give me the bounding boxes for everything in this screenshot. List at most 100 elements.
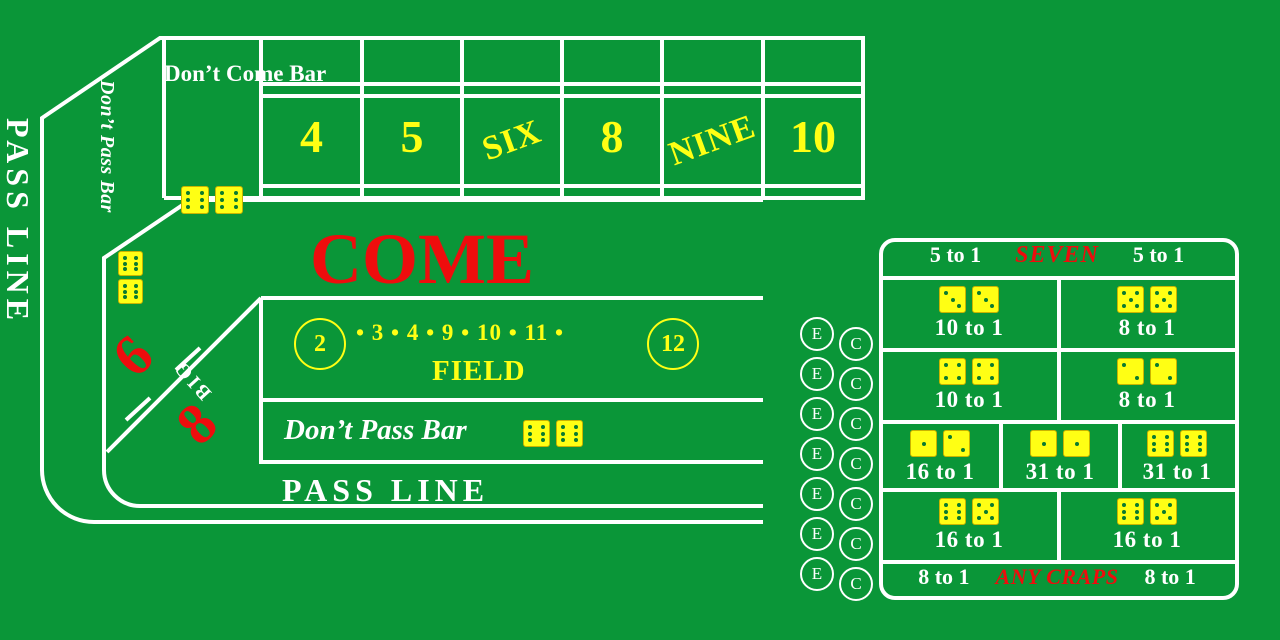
die-pip bbox=[123, 284, 127, 288]
any-craps-row[interactable]: 8 to 1 ANY CRAPS 8 to 1 bbox=[879, 564, 1235, 590]
bet-circle-e-2[interactable]: E bbox=[800, 357, 834, 391]
die-pip bbox=[944, 363, 948, 367]
die-pip bbox=[123, 256, 127, 260]
eleven-right[interactable]: 16 to 1 bbox=[1059, 494, 1235, 553]
pass-line-bottom-label[interactable]: PASS LINE bbox=[282, 472, 489, 509]
die-pip bbox=[1168, 516, 1172, 520]
die-pip bbox=[961, 448, 965, 452]
die-pip bbox=[1185, 441, 1189, 446]
die-pip bbox=[186, 191, 190, 195]
bet-circle-c-1[interactable]: C bbox=[839, 327, 873, 361]
die-pip bbox=[957, 304, 961, 308]
dont-pass-bar-side-label[interactable]: Don’t Pass Bar bbox=[95, 80, 118, 280]
die-pip bbox=[977, 291, 981, 295]
field-twelve-circle[interactable]: 12 bbox=[647, 318, 699, 370]
die-pip bbox=[1152, 435, 1156, 439]
dont-pass-bar-row-label[interactable]: Don’t Pass Bar bbox=[284, 414, 467, 447]
eleven-left-1-die-6 bbox=[939, 498, 966, 525]
die-pip bbox=[957, 376, 961, 380]
field-numbers[interactable]: • 3 • 4 • 9 • 10 • 11 • bbox=[356, 320, 564, 346]
point-number-cell-4[interactable]: 4 bbox=[261, 96, 362, 186]
die-pip bbox=[1041, 441, 1046, 446]
die-pip bbox=[134, 267, 138, 271]
eleven-right-dice bbox=[1059, 498, 1235, 525]
hard-ten-1-die-5 bbox=[1117, 286, 1144, 313]
die-pip bbox=[200, 205, 204, 209]
dont-come-bar-2-die-6 bbox=[215, 186, 243, 214]
three-dice bbox=[881, 430, 999, 457]
hard-eight-1-die-4 bbox=[939, 358, 966, 385]
two[interactable]: 31 to 1 bbox=[1001, 426, 1119, 485]
come-box-label[interactable]: COME bbox=[310, 218, 534, 301]
field-label[interactable]: FIELD bbox=[432, 355, 526, 388]
hard-eight-dice bbox=[881, 358, 1057, 385]
die-pip bbox=[1122, 516, 1126, 520]
die-pip bbox=[200, 198, 204, 202]
die-pip bbox=[1168, 304, 1172, 308]
bet-circle-e-3[interactable]: E bbox=[800, 397, 834, 431]
bet-circle-c-5[interactable]: C bbox=[839, 487, 873, 521]
eleven-left[interactable]: 16 to 1 bbox=[881, 494, 1057, 553]
point-number-label: 4 bbox=[300, 111, 323, 162]
die-pip bbox=[977, 376, 981, 380]
die-pip bbox=[1135, 304, 1139, 308]
hard-six-odds: 10 to 1 bbox=[934, 315, 1004, 340]
dont-come-bar-cell[interactable]: Don’t Come Bar bbox=[164, 38, 326, 214]
big-bets-sep-mid bbox=[124, 396, 152, 422]
die-pip bbox=[944, 291, 948, 295]
point-number-cell-5[interactable]: 5 bbox=[362, 96, 462, 186]
bet-circle-c-7[interactable]: C bbox=[839, 567, 873, 601]
die-pip bbox=[1152, 448, 1156, 452]
bet-circle-e-5[interactable]: E bbox=[800, 477, 834, 511]
hard-ten[interactable]: 8 to 1 bbox=[1059, 282, 1235, 341]
seven-bet-row[interactable]: 5 to 1 SEVEN 5 to 1 bbox=[879, 242, 1235, 269]
hard-six[interactable]: 10 to 1 bbox=[881, 282, 1057, 341]
pass-line-left-label[interactable]: PASS LINE bbox=[0, 118, 36, 325]
hard-four-odds: 8 to 1 bbox=[1118, 387, 1176, 412]
die-pip bbox=[123, 267, 127, 271]
die-pip bbox=[220, 198, 224, 202]
die-pip bbox=[1135, 503, 1139, 507]
hard-four[interactable]: 8 to 1 bbox=[1059, 354, 1235, 413]
point-number-cell-nine[interactable]: NINE bbox=[662, 96, 763, 186]
bet-circle-e-7[interactable]: E bbox=[800, 557, 834, 591]
twelve-dice bbox=[1119, 430, 1235, 457]
bet-circle-e-1[interactable]: E bbox=[800, 317, 834, 351]
die-pip bbox=[574, 425, 578, 429]
die-pip bbox=[1122, 509, 1126, 514]
die-pip bbox=[134, 289, 138, 294]
die-pip bbox=[957, 509, 961, 514]
die-pip bbox=[1161, 509, 1166, 514]
bet-circle-c-6[interactable]: C bbox=[839, 527, 873, 561]
bet-circle-e-6[interactable]: E bbox=[800, 517, 834, 551]
die-pip bbox=[574, 438, 578, 442]
hard-six-2-die-3 bbox=[972, 286, 999, 313]
point-number-label: 8 bbox=[600, 111, 624, 162]
die-pip bbox=[957, 363, 961, 367]
two-dice bbox=[1001, 430, 1119, 457]
die-pip bbox=[944, 376, 948, 380]
die-pip bbox=[1185, 435, 1189, 439]
bet-circle-c-4[interactable]: C bbox=[839, 447, 873, 481]
point-number-cell-10[interactable]: 10 bbox=[763, 96, 863, 186]
die-pip bbox=[957, 503, 961, 507]
bet-circle-c-2[interactable]: C bbox=[839, 367, 873, 401]
hard-eight[interactable]: 10 to 1 bbox=[881, 354, 1057, 413]
point-number-cell-six[interactable]: SIX bbox=[462, 96, 562, 186]
die-pip bbox=[134, 261, 138, 266]
die-pip bbox=[1135, 509, 1139, 514]
die-pip bbox=[186, 198, 190, 202]
point-number-label: NINE bbox=[664, 107, 761, 174]
die-pip bbox=[944, 509, 948, 514]
eleven-left-2-die-5 bbox=[972, 498, 999, 525]
point-number-cell-8[interactable]: 8 bbox=[562, 96, 662, 186]
field-two-circle[interactable]: 2 bbox=[294, 318, 346, 370]
die-pip bbox=[1165, 448, 1169, 452]
twelve[interactable]: 31 to 1 bbox=[1119, 426, 1235, 485]
bet-circle-e-4[interactable]: E bbox=[800, 437, 834, 471]
dont-come-bar-dice bbox=[164, 186, 260, 214]
die-pip bbox=[541, 438, 545, 442]
bet-circle-c-3[interactable]: C bbox=[839, 407, 873, 441]
die-pip bbox=[990, 503, 994, 507]
three[interactable]: 16 to 1 bbox=[881, 426, 999, 485]
